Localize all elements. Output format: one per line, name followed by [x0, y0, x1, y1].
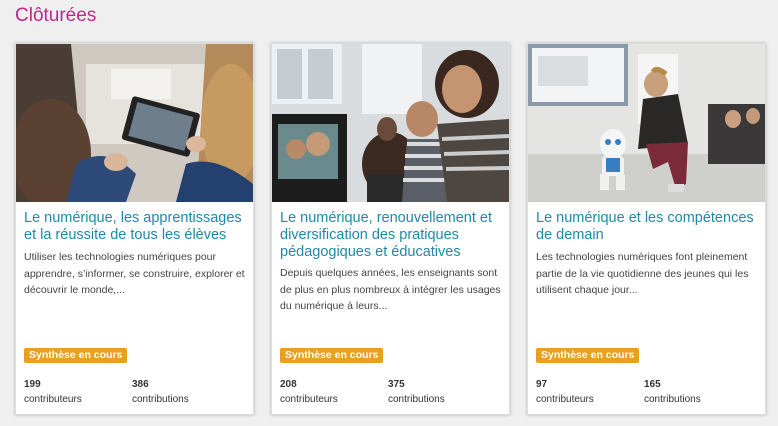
consultation-card[interactable]: Le numérique, les apprentissages et la r… — [15, 43, 254, 415]
contributors-stat: 208 contributeurs — [280, 377, 338, 407]
contributors-count: 97 — [536, 379, 548, 390]
section-title: Clôturées — [15, 5, 97, 26]
status-badge: Synthèse en cours — [536, 348, 640, 363]
contributors-count: 208 — [280, 379, 297, 390]
status-badge: Synthèse en cours — [24, 348, 128, 363]
contributors-label: contributeurs — [24, 394, 82, 405]
students-computer-photo[interactable] — [272, 44, 509, 202]
contributions-count: 386 — [132, 379, 149, 390]
card-description: Depuis quelques années, les enseignants … — [280, 267, 501, 312]
contributors-stat: 199 contributeurs — [24, 377, 82, 407]
contributions-count: 375 — [388, 379, 405, 390]
status-badge: Synthèse en cours — [280, 348, 384, 363]
contributors-label: contributeurs — [536, 394, 594, 405]
contributions-stat: 165 contributions — [644, 377, 701, 407]
contributions-label: contributions — [644, 394, 701, 405]
contributions-stat: 375 contributions — [388, 377, 445, 407]
contributors-count: 199 — [24, 379, 41, 390]
contributions-label: contributions — [132, 394, 189, 405]
contributions-count: 165 — [644, 379, 661, 390]
contributors-stat: 97 contributeurs — [536, 377, 594, 407]
card-title[interactable]: Le numérique, les apprentissages et la r… — [24, 210, 250, 244]
robot-classroom-photo[interactable] — [528, 44, 765, 202]
card-title[interactable]: Le numérique et les compétences de demai… — [536, 210, 762, 244]
contributions-label: contributions — [388, 394, 445, 405]
tablet-classroom-photo[interactable] — [16, 44, 253, 202]
card-description: Utiliser les technologies numériques pou… — [24, 251, 245, 296]
card-description: Les technologies numériques font pleinem… — [536, 251, 749, 296]
consultation-card[interactable]: Le numérique, renouvellement et diversif… — [271, 43, 510, 415]
consultation-card[interactable]: Le numérique et les compétences de demai… — [527, 43, 766, 415]
contributors-label: contributeurs — [280, 394, 338, 405]
contributions-stat: 386 contributions — [132, 377, 189, 407]
card-title[interactable]: Le numérique, renouvellement et diversif… — [280, 210, 506, 261]
